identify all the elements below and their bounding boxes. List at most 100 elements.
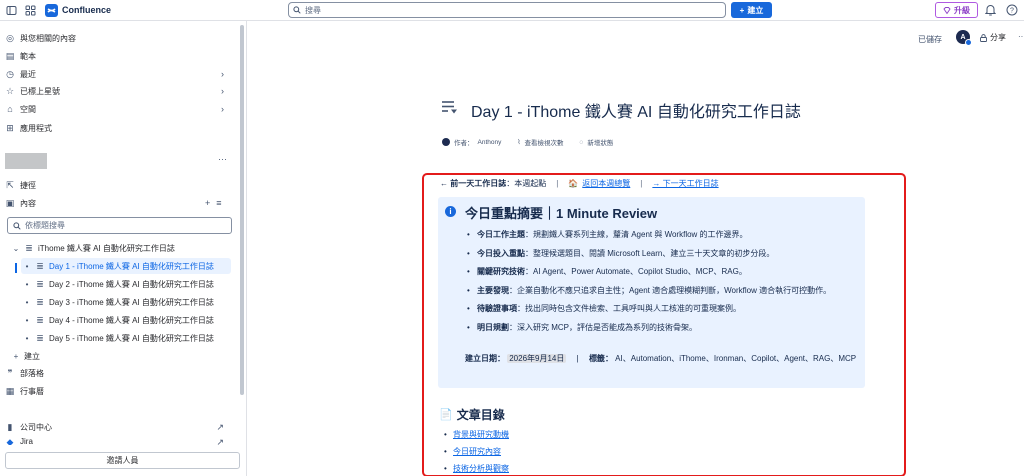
- home-link[interactable]: 返回本週總覽: [582, 178, 630, 189]
- search-icon: [293, 6, 301, 14]
- info-icon: i: [445, 206, 456, 217]
- sidebar-item-content[interactable]: ▣ 內容: [5, 196, 230, 210]
- sidebar-item-label: 內容: [20, 198, 36, 208]
- external-link-icon: ↗: [216, 437, 224, 445]
- sidebar-scrollbar[interactable]: [240, 25, 244, 395]
- chart-icon: ⌇: [517, 139, 521, 146]
- sidebar-item-templates[interactable]: ▤ 範本: [5, 49, 230, 63]
- tree-item-day2[interactable]: • ≣ Day 2 - iThome 鐵人賽 AI 自動化研究工作日誌: [23, 276, 214, 292]
- list-item: 今日投入重點：整理候選題目、閱讀 Microsoft Learn、建立三十天文章…: [467, 247, 859, 261]
- upgrade-button[interactable]: 升級: [935, 2, 978, 18]
- tags-value: AI、Automation、iThome、Ironman、Copilot、Age…: [615, 354, 857, 363]
- date-chip[interactable]: 2026年9月14日: [507, 354, 567, 363]
- tree-item-day3[interactable]: • ≣ Day 3 - iThome 鐵人賽 AI 自動化研究工作日誌: [23, 294, 214, 310]
- app-name: Confluence: [62, 5, 112, 15]
- chevron-right-icon: ›: [221, 86, 224, 96]
- next-day-link[interactable]: → 下一天工作日誌: [652, 178, 718, 189]
- more-options-icon[interactable]: ···: [1018, 32, 1024, 41]
- main-content: 已儲存 A 分享 ··· Day 1 - iThome 鐵人賽 AI 自動化研究…: [248, 21, 1024, 476]
- create-button-label: 建立: [747, 5, 764, 15]
- page-icon: ≣: [36, 314, 44, 325]
- sidebar-item-label: 已標上星號: [20, 86, 60, 96]
- page-emoji-icon[interactable]: [441, 100, 458, 115]
- tree-item-label: Day 1 - iThome 鐵人賽 AI 自動化研究工作日誌: [49, 261, 214, 271]
- notifications-bell-icon[interactable]: [984, 4, 997, 16]
- add-status-link[interactable]: 新增狀態: [587, 137, 613, 147]
- author-name[interactable]: Anthony: [478, 139, 502, 146]
- template-icon: ▤: [5, 50, 15, 61]
- sidebar-item-label: 應用程式: [20, 123, 52, 133]
- confluence-logo-icon: [45, 3, 58, 17]
- toc-item: 技術分析與觀察: [444, 460, 509, 476]
- list-item: 關鍵研究技術：AI Agent、Power Automate、Copilot S…: [467, 265, 859, 279]
- view-count-link[interactable]: 查看檢視次數: [525, 137, 564, 147]
- confluence-logo[interactable]: Confluence: [45, 3, 111, 17]
- sidebar: ◎ 與您相關的內容 ▤ 範本 ◷ 最近 › ☆ 已標上星號 › ⌂ 空間 › ⊞…: [0, 21, 247, 476]
- sidebar-toggle-icon[interactable]: [6, 5, 17, 16]
- chevron-right-icon: ›: [221, 69, 224, 79]
- sidebar-item-label: 範本: [20, 51, 36, 61]
- quote-icon: ❞: [7, 367, 13, 378]
- space-icon: ⌂: [7, 104, 13, 114]
- sidebar-item-label: 公司中心: [20, 422, 52, 432]
- upgrade-button-label: 升級: [954, 5, 970, 15]
- tree-item-day4[interactable]: • ≣ Day 4 - iThome 鐵人賽 AI 自動化研究工作日誌: [23, 312, 214, 328]
- tree-create-button[interactable]: + 建立: [12, 348, 40, 364]
- day-navigation: ← 前一天工作日誌 ：本週起點 | 🏠 返回本週總覽 | → 下一天工作日誌: [440, 178, 719, 189]
- sidebar-item-recent[interactable]: ◷ 最近 ›: [5, 67, 230, 81]
- add-content-icon[interactable]: +: [205, 198, 210, 208]
- toc-link[interactable]: 背景與研究動機: [453, 430, 509, 439]
- sidebar-item-label: 行事曆: [20, 386, 44, 396]
- share-button[interactable]: 分享: [980, 32, 1006, 43]
- sidebar-item-label: 捷徑: [20, 180, 36, 190]
- sidebar-item-spaces[interactable]: ⌂ 空間 ›: [5, 102, 230, 116]
- summary-title: 今日重點摘要｜1 Minute Review: [465, 206, 658, 221]
- sidebar-item-calendar[interactable]: ▦ 行事曆: [5, 384, 230, 398]
- star-icon: ☆: [5, 85, 15, 96]
- sidebar-item-apps[interactable]: ⊞ 應用程式: [5, 121, 230, 135]
- app-switcher-icon[interactable]: [25, 5, 36, 16]
- toc-link[interactable]: 技術分析與觀察: [453, 464, 509, 473]
- search-placeholder: 搜尋: [305, 5, 321, 15]
- sidebar-item-for-you[interactable]: ◎ 與您相關的內容: [5, 31, 230, 45]
- status-icon: ◌: [579, 138, 584, 146]
- page-title[interactable]: Day 1 - iThome 鐵人賽 AI 自動化研究工作日誌: [471, 98, 801, 122]
- external-link-icon: ↗: [216, 421, 224, 432]
- share-button-label: 分享: [990, 33, 1006, 42]
- tree-item-day1[interactable]: • ≣ Day 1 - iThome 鐵人賽 AI 自動化研究工作日誌: [21, 258, 231, 274]
- chevron-down-icon[interactable]: ⌄: [12, 244, 20, 253]
- prev-day-label: ← 前一天工作日誌: [440, 179, 507, 188]
- top-navigation-bar: Confluence 搜尋 + 建立 升級 ?: [0, 0, 1024, 21]
- sidebar-item-label: 部落格: [20, 368, 44, 378]
- tree-search-input[interactable]: 依標題搜尋: [7, 217, 232, 234]
- calendar-icon: ▦: [5, 385, 15, 396]
- invite-people-button[interactable]: 邀請人員: [5, 452, 240, 469]
- toc-item: 今日研究內容: [444, 443, 509, 460]
- search-input[interactable]: 搜尋: [288, 2, 726, 18]
- sidebar-item-blog[interactable]: ❞ 部落格: [5, 366, 230, 380]
- info-panel: i 今日重點摘要｜1 Minute Review 今日工作主題：規劃鐵人賽系列主…: [438, 197, 865, 388]
- toc-link[interactable]: 今日研究內容: [453, 447, 501, 456]
- list-item: 主要發現：企業自動化不應只追求自主性；Agent 適合處理模糊判斷，Workfl…: [467, 284, 859, 298]
- summary-list: 今日工作主題：規劃鐵人賽系列主線，釐清 Agent 與 Workflow 的工作…: [467, 228, 859, 339]
- toc-item: 背景與研究動機: [444, 426, 509, 443]
- tree-item-label: iThome 鐵人賽 AI 自動化研究工作日誌: [38, 243, 175, 253]
- help-icon[interactable]: ?: [1006, 4, 1018, 16]
- tree-item-parent[interactable]: ⌄ ≣ iThome 鐵人賽 AI 自動化研究工作日誌: [12, 240, 175, 256]
- sidebar-item-company-hub[interactable]: ▮ 公司中心 ↗: [5, 420, 230, 434]
- bullet-icon: •: [25, 315, 29, 325]
- apps-icon: ⊞: [6, 122, 14, 133]
- page-icon: ≣: [36, 278, 44, 289]
- space-avatar-placeholder[interactable]: [5, 153, 47, 169]
- more-actions-icon[interactable]: ···: [218, 154, 227, 164]
- sidebar-item-jira[interactable]: ◆ Jira ↗: [5, 437, 230, 445]
- sidebar-item-shortcuts[interactable]: ⇱ 捷徑: [5, 178, 230, 192]
- filter-icon[interactable]: ≡: [216, 198, 221, 208]
- author-prefix: 作者：: [454, 140, 474, 147]
- sidebar-item-starred[interactable]: ☆ 已標上星號 ›: [5, 84, 230, 98]
- page-meta: 作者： Anthony ⌇ 查看檢視次數 ◌ 新增狀態: [442, 137, 613, 147]
- tree-item-day5[interactable]: • ≣ Day 5 - iThome 鐵人賽 AI 自動化研究工作日誌: [23, 330, 214, 346]
- divider: |: [556, 179, 559, 188]
- create-button[interactable]: + 建立: [731, 2, 772, 18]
- active-item-marker: [15, 263, 17, 273]
